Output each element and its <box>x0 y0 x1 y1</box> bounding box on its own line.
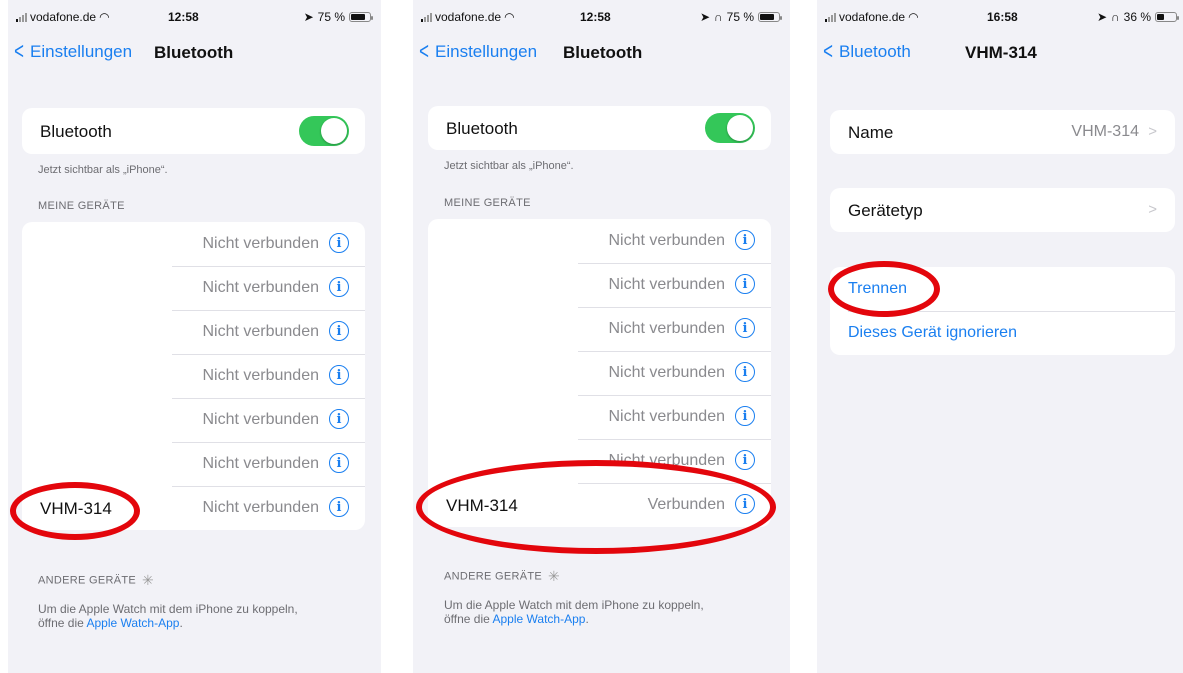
info-icon[interactable]: i <box>329 409 349 429</box>
status-bar: vodafone.de ◠ 12:58 ➤ 75 % <box>8 0 381 32</box>
back-button[interactable]: < Bluetooth <box>821 38 911 65</box>
status-right: ➤ ∩ 75 % <box>699 10 782 24</box>
status-right: ➤ ∩ 36 % <box>1096 10 1179 24</box>
chevron-left-icon: < <box>419 38 429 65</box>
status-right: ➤ 75 % <box>303 10 373 24</box>
battery-percent: 36 % <box>1123 10 1151 24</box>
forget-row[interactable]: Dieses Gerät ignorieren <box>830 311 1175 355</box>
chevron-right-icon: > <box>1148 201 1157 218</box>
other-devices-header: ANDERE GERÄTE ✳ <box>444 568 561 584</box>
nav-bar: < Bluetooth VHM-314 <box>817 40 1183 70</box>
clock: 12:58 <box>168 10 199 24</box>
chevron-right-icon: > <box>1148 123 1157 140</box>
info-icon[interactable]: i <box>329 277 349 297</box>
clock: 12:58 <box>580 10 611 24</box>
chevron-left-icon: < <box>823 38 833 65</box>
headphones-icon: ∩ <box>1111 10 1120 24</box>
status-bar: vodafone.de ◠ 12:58 ➤ ∩ 75 % <box>413 0 790 32</box>
wifi-icon: ◠ <box>504 10 515 24</box>
carrier: vodafone.de ◠ <box>825 10 919 24</box>
bluetooth-screen-2: vodafone.de ◠ 12:58 ➤ ∩ 75 % < Einstellu… <box>413 0 790 673</box>
highlight-ring <box>10 482 140 540</box>
apple-watch-app-link[interactable]: Apple Watch-App <box>493 612 586 626</box>
footer-text: Um die Apple Watch mit dem iPhone zu kop… <box>38 602 298 630</box>
info-icon[interactable]: i <box>329 365 349 385</box>
bluetooth-card: Bluetooth <box>428 106 771 150</box>
device-row[interactable]: Nicht verbunden i <box>22 266 365 310</box>
name-row[interactable]: Name VHM-314 > <box>830 110 1175 154</box>
clock: 16:58 <box>987 10 1018 24</box>
location-icon: ➤ <box>303 10 314 24</box>
carrier: vodafone.de ◠ <box>16 10 110 24</box>
battery-icon <box>349 12 373 22</box>
page-title: VHM-314 <box>965 43 1037 62</box>
signal-icon <box>421 12 432 22</box>
location-icon: ➤ <box>1096 10 1108 24</box>
info-icon[interactable]: i <box>329 497 349 517</box>
bluetooth-card: Bluetooth <box>22 108 365 154</box>
other-devices-header: ANDERE GERÄTE ✳ <box>38 572 155 588</box>
apple-watch-app-link[interactable]: Apple Watch-App <box>87 616 180 630</box>
back-button[interactable]: < Einstellungen <box>417 38 537 65</box>
visibility-text: Jetzt sichtbar als „iPhone“. <box>444 160 574 172</box>
info-icon[interactable]: i <box>329 321 349 341</box>
spinner-icon: ✳ <box>142 572 155 588</box>
spinner-icon: ✳ <box>548 568 561 584</box>
bluetooth-row: Bluetooth <box>428 106 771 150</box>
device-row[interactable]: Nicht verbunden i <box>428 263 771 307</box>
wifi-icon: ◠ <box>908 10 919 24</box>
nav-bar: < Einstellungen Bluetooth <box>8 40 381 70</box>
device-row[interactable]: Nicht verbunden i <box>22 310 365 354</box>
my-devices-header: MEINE GERÄTE <box>444 197 531 209</box>
device-row[interactable]: Nicht verbunden i <box>428 351 771 395</box>
carrier: vodafone.de ◠ <box>421 10 515 24</box>
info-icon[interactable]: i <box>735 274 755 294</box>
info-icon[interactable]: i <box>735 450 755 470</box>
bluetooth-row: Bluetooth <box>22 108 365 152</box>
nav-bar: < Einstellungen Bluetooth <box>413 40 790 70</box>
info-icon[interactable]: i <box>735 362 755 382</box>
info-icon[interactable]: i <box>329 233 349 253</box>
footer-text: Um die Apple Watch mit dem iPhone zu kop… <box>444 598 704 626</box>
info-icon[interactable]: i <box>735 406 755 426</box>
device-row[interactable]: Nicht verbunden i <box>22 222 365 266</box>
device-row[interactable]: Nicht verbunden i <box>428 395 771 439</box>
highlight-ring <box>828 261 940 317</box>
device-row[interactable]: Nicht verbunden i <box>22 354 365 398</box>
battery-percent: 75 % <box>317 10 345 24</box>
visibility-text: Jetzt sichtbar als „iPhone“. <box>38 164 168 176</box>
signal-icon <box>16 12 27 22</box>
back-button[interactable]: < Einstellungen <box>12 38 132 65</box>
signal-icon <box>825 12 836 22</box>
status-bar: vodafone.de ◠ 16:58 ➤ ∩ 36 % <box>817 0 1183 32</box>
device-type-row[interactable]: Gerätetyp > <box>830 188 1175 232</box>
page-title: Bluetooth <box>563 43 643 62</box>
headphones-icon: ∩ <box>714 10 723 24</box>
device-row[interactable]: Nicht verbunden i <box>428 219 771 263</box>
device-row[interactable]: Nicht verbunden i <box>22 398 365 442</box>
bluetooth-toggle[interactable] <box>705 113 755 143</box>
info-icon[interactable]: i <box>329 453 349 473</box>
wifi-icon: ◠ <box>99 10 110 24</box>
location-icon: ➤ <box>699 10 711 24</box>
device-detail-screen: vodafone.de ◠ 16:58 ➤ ∩ 36 % < Bluetooth… <box>817 0 1183 673</box>
battery-icon <box>1155 12 1179 22</box>
battery-icon <box>758 12 782 22</box>
device-type-card: Gerätetyp > <box>830 188 1175 232</box>
device-row[interactable]: Nicht verbunden i <box>428 307 771 351</box>
battery-percent: 75 % <box>726 10 754 24</box>
page-title: Bluetooth <box>154 43 234 62</box>
highlight-ring <box>416 460 776 554</box>
name-card: Name VHM-314 > <box>830 110 1175 154</box>
chevron-left-icon: < <box>14 38 24 65</box>
bluetooth-toggle[interactable] <box>299 116 349 146</box>
my-devices-header: MEINE GERÄTE <box>38 200 125 212</box>
bluetooth-screen-1: vodafone.de ◠ 12:58 ➤ 75 % < Einstellung… <box>8 0 381 673</box>
info-icon[interactable]: i <box>735 230 755 250</box>
device-row[interactable]: Nicht verbunden i <box>22 442 365 486</box>
forget-device-button[interactable]: Dieses Gerät ignorieren <box>848 324 1017 342</box>
info-icon[interactable]: i <box>735 318 755 338</box>
